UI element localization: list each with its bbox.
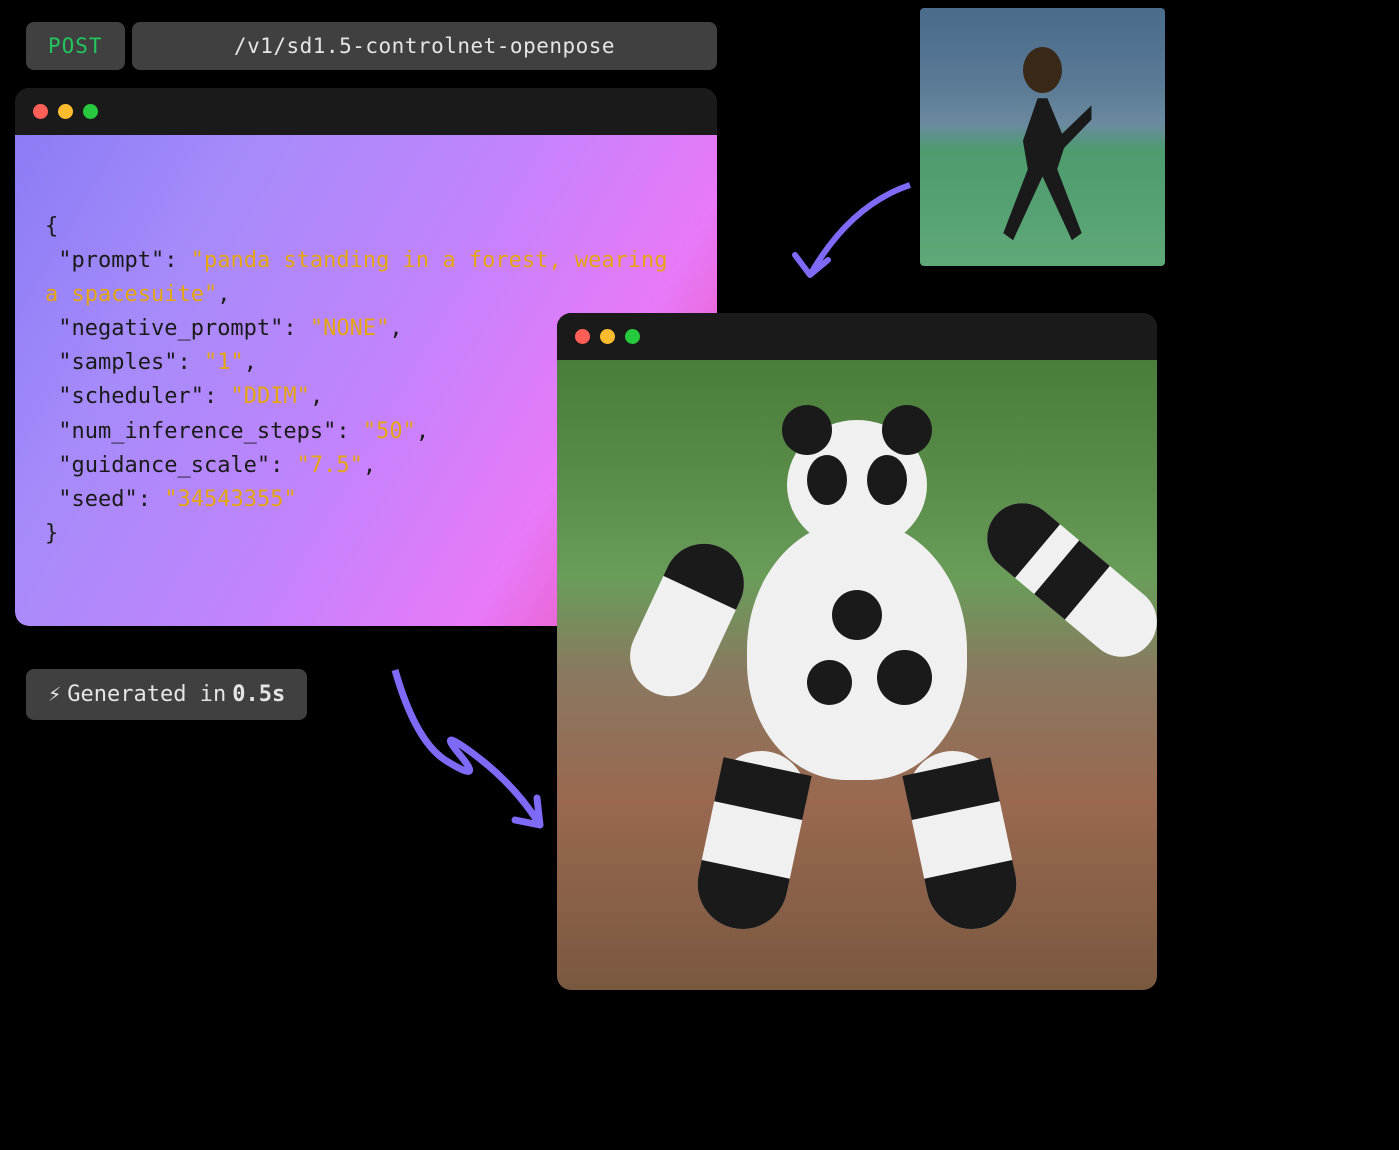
http-method-text: POST [48,34,103,58]
window-header [557,313,1157,360]
minimize-icon[interactable] [600,329,615,344]
endpoint-field[interactable]: /v1/sd1.5-controlnet-openpose [132,22,717,70]
json-open-brace: { [45,214,58,239]
status-time: 0.5s [232,682,285,707]
json-close-brace: } [45,521,58,546]
generated-output-image [557,360,1157,990]
close-icon[interactable] [575,329,590,344]
generation-status-badge: ⚡ Generated in 0.5s [26,669,307,720]
status-prefix: Generated in [67,682,226,707]
json-value: "DDIM" [230,384,309,409]
json-value: "50" [363,419,416,444]
json-key: "seed" [58,487,137,512]
json-value: "34543355" [164,487,296,512]
http-method-badge: POST [26,22,125,70]
lightning-icon: ⚡ [48,682,61,707]
output-image-window [557,313,1157,990]
panda-figure [667,420,1047,940]
json-value: "1" [204,350,244,375]
json-value: "7.5" [297,453,363,478]
minimize-icon[interactable] [58,104,73,119]
arrow-icon [365,660,555,850]
window-header [15,88,717,135]
arrow-icon [770,175,920,315]
json-key: "num_inference_steps" [58,419,336,444]
json-key: "samples" [58,350,177,375]
json-key: "prompt" [58,248,164,273]
close-icon[interactable] [33,104,48,119]
json-key: "scheduler" [58,384,204,409]
endpoint-text: /v1/sd1.5-controlnet-openpose [234,34,615,58]
json-key: "negative_prompt" [58,316,283,341]
maximize-icon[interactable] [83,104,98,119]
json-value: "NONE" [310,316,389,341]
maximize-icon[interactable] [625,329,640,344]
input-pose-image [920,8,1165,266]
json-key: "guidance_scale" [58,453,270,478]
